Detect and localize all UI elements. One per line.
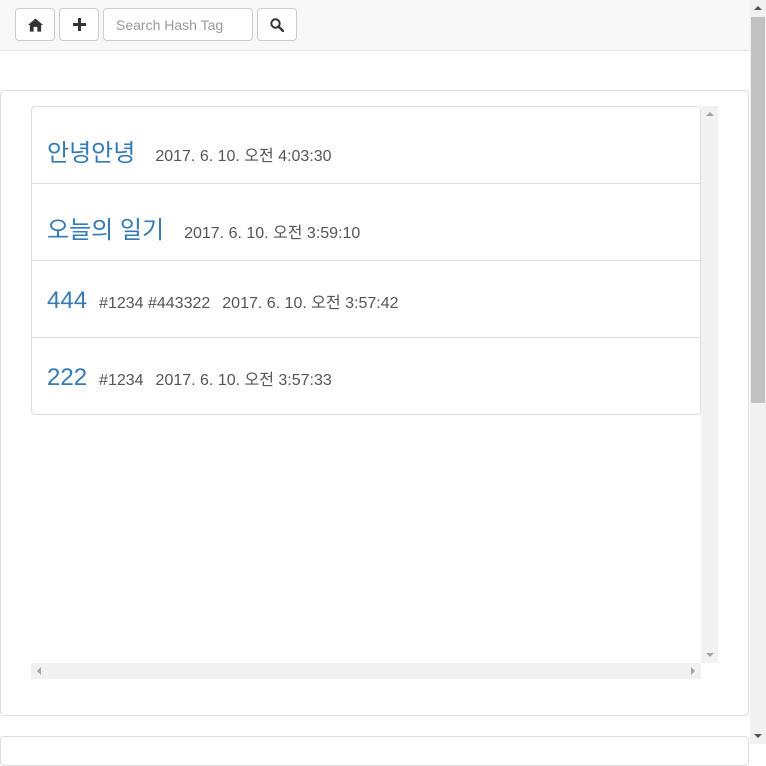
list-item: 444 #1234 #443322 2017. 6. 10. 오전 3:57:4… (32, 261, 700, 338)
post-date: 2017. 6. 10. 오전 4:03:30 (155, 148, 332, 165)
post-title-link[interactable]: 222 (47, 364, 87, 392)
list-item: 222 #1234 2017. 6. 10. 오전 3:57:33 (32, 338, 700, 414)
list-item: 오늘의 일기 2017. 6. 10. 오전 3:59:10 (32, 184, 700, 261)
top-toolbar (0, 0, 750, 51)
scroll-left-arrow-icon[interactable] (37, 667, 41, 675)
list-item: 안녕안녕 2017. 6. 10. 오전 4:03:30 (32, 107, 700, 184)
post-title-link[interactable]: 444 (47, 287, 87, 315)
home-icon (27, 17, 43, 32)
posts-scroll-area[interactable]: 안녕안녕 2017. 6. 10. 오전 4:03:30 오늘의 일기 2017… (31, 106, 718, 679)
page-scroll-down-arrow-icon[interactable] (754, 734, 762, 738)
post-list: 안녕안녕 2017. 6. 10. 오전 4:03:30 오늘의 일기 2017… (31, 106, 701, 415)
search-button[interactable] (257, 8, 297, 41)
scroll-right-arrow-icon[interactable] (691, 667, 695, 675)
post-hashtags: #1234 #443322 (99, 295, 211, 312)
search-icon (270, 17, 284, 32)
scroll-down-arrow-icon[interactable] (706, 653, 714, 657)
page-scrollbar[interactable] (750, 0, 766, 744)
add-post-button[interactable] (59, 8, 99, 41)
post-date: 2017. 6. 10. 오전 3:57:42 (222, 295, 399, 312)
home-button[interactable] (15, 8, 55, 41)
page-scroll-thumb[interactable] (751, 17, 765, 403)
page-scroll-up-arrow-icon[interactable] (754, 6, 762, 10)
post-date: 2017. 6. 10. 오전 3:57:33 (155, 372, 332, 389)
post-title-link[interactable]: 안녕안녕 (47, 133, 135, 168)
plus-icon (72, 18, 86, 31)
post-date: 2017. 6. 10. 오전 3:59:10 (184, 225, 361, 242)
post-hashtags: #1234 (99, 372, 144, 389)
scroll-up-arrow-icon[interactable] (706, 112, 714, 116)
lower-panel (0, 736, 749, 766)
search-input[interactable] (103, 8, 253, 41)
list-horizontal-scrollbar[interactable] (31, 663, 701, 679)
post-title-link[interactable]: 오늘의 일기 (47, 210, 164, 245)
list-vertical-scrollbar[interactable] (701, 106, 718, 663)
